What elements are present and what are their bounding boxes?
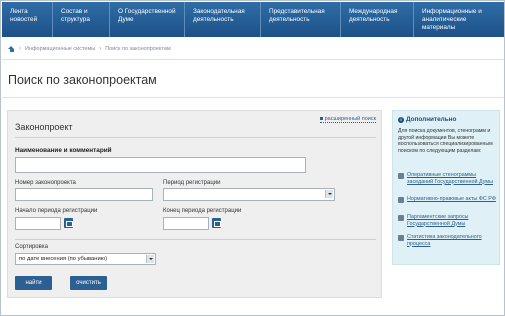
nav-item-representative[interactable]: Представительная деятельность <box>261 2 341 37</box>
top-navigation: Лента новостей Состав и структура О Госу… <box>2 2 504 37</box>
document-icon <box>398 197 404 203</box>
nav-item-international[interactable]: Международная деятельность <box>341 2 414 37</box>
period-end-label: Конец периода регистрации <box>163 208 242 214</box>
bullet-icon <box>319 117 323 121</box>
nav-item-analytics[interactable]: Информационные и аналитические материалы <box>414 2 504 37</box>
statistics-icon <box>398 235 404 241</box>
bill-number-input[interactable] <box>15 188 153 201</box>
sidebar-link-transcripts[interactable]: Оперативные стенограммы заседаний Госуда… <box>398 172 498 185</box>
sort-label: Сортировка <box>15 244 48 250</box>
period-end-input[interactable] <box>163 217 209 230</box>
number-label: Номер законопроекта <box>15 180 76 186</box>
breadcrumb-separator: › <box>99 46 102 52</box>
chevron-down-icon <box>146 255 154 263</box>
name-input[interactable] <box>15 157 306 173</box>
page-title: Поиск по законопроектам <box>8 73 157 87</box>
calendar-icon[interactable] <box>212 218 221 228</box>
advanced-search-link[interactable]: расширенный поиск <box>319 116 376 123</box>
find-button[interactable]: найти <box>15 276 52 290</box>
sidebar-title: i Дополнительно <box>398 116 456 123</box>
nav-item-structure[interactable]: Состав и структура <box>53 2 110 37</box>
period-start-label: Начало периода регистрации <box>15 208 98 214</box>
sidebar-description: Для поиска документов, стенограмм и друг… <box>398 128 493 154</box>
chevron-down-icon <box>325 190 333 198</box>
transcript-icon <box>398 173 404 179</box>
form-section-title: Законопроект <box>15 122 73 132</box>
nav-item-legislative[interactable]: Законодательная деятельность <box>185 2 261 37</box>
request-icon <box>398 215 404 221</box>
sidebar-title-text: Дополнительно <box>406 116 457 123</box>
breadcrumb-separator: › <box>19 46 21 52</box>
clear-button[interactable]: очистить <box>70 276 107 290</box>
info-icon: i <box>398 116 404 123</box>
sidebar-link-label: Статистика законодательного процесса <box>407 234 482 247</box>
additional-info-sidebar: i Дополнительно Для поиска документов, с… <box>392 110 500 265</box>
sidebar-link-label: Оперативные стенограммы заседаний Госуда… <box>407 172 494 185</box>
sort-select[interactable]: по дате внесения (по убыванию) <box>15 253 156 265</box>
sidebar-link-label: Нормативно-правовые акты ФС РФ <box>407 196 496 202</box>
name-label: Наименование и комментарий <box>15 147 112 154</box>
breadcrumb-item-info-systems[interactable]: Информационные системы <box>25 46 95 52</box>
nav-item-about[interactable]: О Государственной Думе <box>110 2 185 37</box>
sidebar-link-requests[interactable]: Парламентские запросы Государственной Ду… <box>398 214 498 227</box>
sidebar-link-label: Парламентские запросы Государственной Ду… <box>407 214 469 227</box>
period-select[interactable] <box>163 188 335 201</box>
search-form-panel: Законопроект расширенный поиск Наименова… <box>7 110 382 298</box>
divider <box>2 97 504 98</box>
period-start-input[interactable] <box>15 217 61 230</box>
calendar-icon[interactable] <box>64 218 73 228</box>
sidebar-link-legal-acts[interactable]: Нормативно-правовые акты ФС РФ <box>398 196 498 203</box>
breadcrumb-item-bill-search: Поиск по законопроектам <box>105 46 171 52</box>
sort-select-value: по дате внесения (по убыванию) <box>19 256 108 262</box>
divider <box>15 239 376 240</box>
breadcrumb: › Информационные системы › Поиск по зако… <box>8 46 171 52</box>
browser-frame: Лента новостей Состав и структура О Госу… <box>0 0 505 316</box>
advanced-search-label: расширенный поиск <box>324 116 376 122</box>
sidebar-link-statistics[interactable]: Статистика законодательного процесса <box>398 234 498 247</box>
home-icon[interactable] <box>8 46 15 52</box>
nav-item-news[interactable]: Лента новостей <box>2 2 53 37</box>
divider <box>15 137 376 138</box>
divider <box>2 59 504 60</box>
period-label: Период регистрации <box>163 180 221 186</box>
